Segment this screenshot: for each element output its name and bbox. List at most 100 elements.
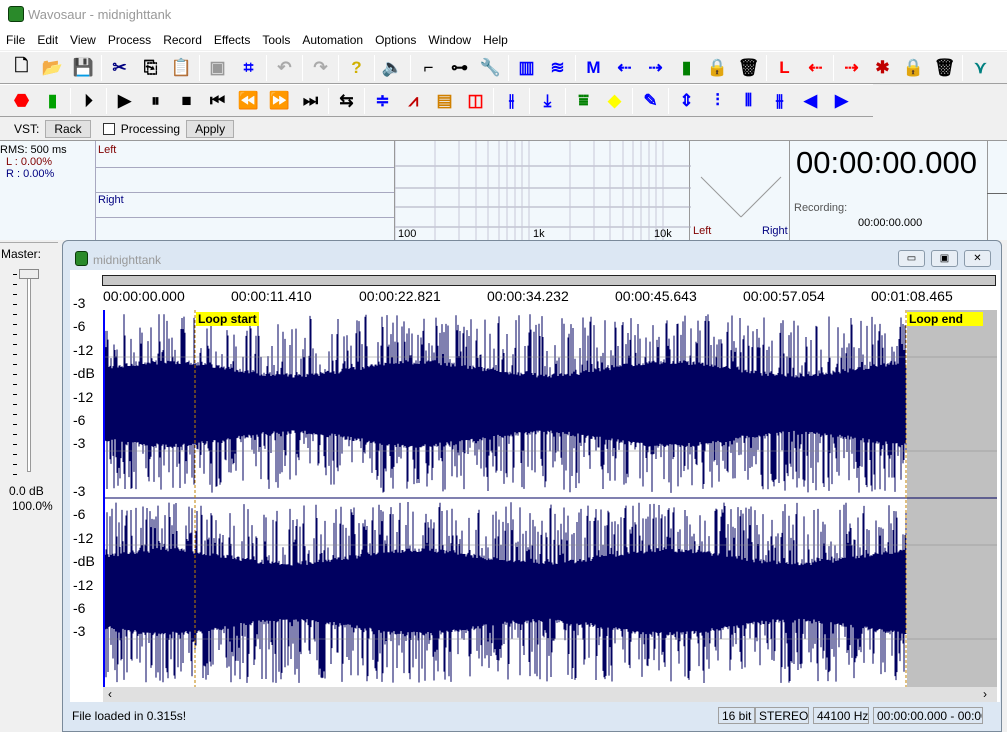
- slice-waveform-icon[interactable]: ▥: [511, 55, 542, 81]
- phase-scope: Left Right: [691, 141, 790, 241]
- envelope-icon[interactable]: ⋎: [965, 55, 996, 81]
- undo-icon[interactable]: ↶: [269, 55, 300, 81]
- menu-edit[interactable]: Edit: [31, 30, 64, 50]
- scroll-right-icon[interactable]: ›: [983, 687, 987, 701]
- window-title: Wavosaur - midnighttank: [28, 7, 172, 22]
- play-from-cursor-icon[interactable]: ⏵: [73, 88, 104, 114]
- routing-icon[interactable]: ⊶: [444, 55, 475, 81]
- waveform-view[interactable]: [103, 310, 997, 687]
- paste-icon[interactable]: 📋: [166, 55, 197, 81]
- spectrogram-icon[interactable]: ▤: [429, 88, 460, 114]
- loop-start-marker[interactable]: Loop start: [196, 312, 259, 326]
- close-button[interactable]: ✕: [964, 250, 991, 267]
- vu-meter-icon[interactable]: ▮: [37, 88, 68, 114]
- normalize-waveform-icon[interactable]: ≋: [542, 55, 573, 81]
- toolbar-separator: [199, 54, 200, 81]
- spectrum-icon[interactable]: ⩘: [398, 88, 429, 114]
- maximize-button[interactable]: ▣: [931, 250, 958, 267]
- phase-right-label: Right: [762, 225, 788, 237]
- master-percent: 100.0%: [12, 499, 53, 513]
- plugin-key-icon[interactable]: 🔧: [475, 55, 506, 81]
- fade-in-icon[interactable]: ◀: [795, 88, 826, 114]
- minimize-button[interactable]: ▭: [898, 250, 925, 267]
- fade-out-icon[interactable]: ▶: [826, 88, 857, 114]
- delete-markers-icon[interactable]: 🗑: [733, 55, 764, 81]
- pencil-icon[interactable]: ✎: [635, 88, 666, 114]
- fast-forward-icon[interactable]: ⏩: [264, 88, 295, 114]
- speaker-icon[interactable]: 🔈: [377, 55, 408, 81]
- play-icon[interactable]: ▶: [109, 88, 140, 114]
- menu-effects[interactable]: Effects: [208, 30, 256, 50]
- menu-options[interactable]: Options: [369, 30, 422, 50]
- save-icon[interactable]: 💾: [68, 55, 99, 81]
- open-folder-icon[interactable]: 📂: [37, 55, 68, 81]
- master-slider-thumb[interactable]: [19, 269, 39, 279]
- loop-end-icon[interactable]: ⇢: [836, 55, 867, 81]
- menu-file[interactable]: File: [0, 30, 31, 50]
- toolbar-separator: [101, 54, 102, 81]
- freq-label: 100: [398, 228, 417, 240]
- go-start-icon[interactable]: ⏮: [202, 88, 233, 114]
- properties-icon[interactable]: ≑: [367, 88, 398, 114]
- marker-select-icon[interactable]: ▮: [671, 55, 702, 81]
- apply-button[interactable]: Apply: [186, 120, 235, 138]
- crop-icon[interactable]: ⌗: [233, 55, 264, 81]
- menu-tools[interactable]: Tools: [256, 30, 296, 50]
- menu-automation[interactable]: Automation: [296, 30, 369, 50]
- rack-button[interactable]: Rack: [45, 120, 91, 138]
- menu-view[interactable]: View: [64, 30, 102, 50]
- split-waveform-icon[interactable]: ⫲: [496, 88, 527, 114]
- cut-icon[interactable]: ✂: [104, 55, 135, 81]
- loop-start-icon[interactable]: ⇠: [800, 55, 831, 81]
- prev-marker-icon[interactable]: ⇠: [609, 55, 640, 81]
- stereo-levels-icon[interactable]: ⩸: [568, 88, 599, 114]
- pause-icon[interactable]: ⏸: [140, 88, 171, 114]
- loop-end-marker[interactable]: Loop end: [907, 312, 983, 326]
- slider-tick: [13, 294, 17, 295]
- horizontal-scrollbar[interactable]: ‹ ›: [103, 687, 997, 702]
- threshold-icon[interactable]: ⤓: [532, 88, 563, 114]
- go-end-icon[interactable]: ⏭: [295, 88, 326, 114]
- zoom-selection-icon[interactable]: ⫶: [702, 88, 733, 114]
- toolbar-separator: [493, 87, 494, 114]
- lock-markers-icon[interactable]: 🔒: [702, 55, 733, 81]
- loop-play-icon[interactable]: ⇆: [331, 88, 362, 114]
- zoom-vertical-icon[interactable]: ⇕: [671, 88, 702, 114]
- zoom-in-icon[interactable]: ⫵: [764, 88, 795, 114]
- marker-icon[interactable]: M: [578, 55, 609, 81]
- paste-mix-icon[interactable]: ▣: [202, 55, 233, 81]
- stop-icon[interactable]: ■: [171, 88, 202, 114]
- document-window: midnighttank ▭ ▣ ✕ 00:00:00.000 00:00:11.…: [62, 240, 1002, 732]
- copy-icon[interactable]: ⎘: [135, 55, 166, 81]
- next-marker-icon[interactable]: ⇢: [640, 55, 671, 81]
- menu-window[interactable]: Window: [422, 30, 477, 50]
- loop-icon[interactable]: L: [769, 55, 800, 81]
- scroll-left-icon[interactable]: ‹: [108, 687, 112, 701]
- rewind-icon[interactable]: ⏪: [233, 88, 264, 114]
- db-scale-label: -dB: [73, 365, 95, 381]
- menu-process[interactable]: Process: [102, 30, 157, 50]
- slider-tick: [13, 404, 17, 405]
- meters-panel: RMS: 500 ms L : 0.00% R : 0.00% Left Rig…: [0, 140, 1007, 241]
- delete-loop-icon[interactable]: 🗑: [929, 55, 960, 81]
- redo-icon[interactable]: ↷: [305, 55, 336, 81]
- db-scale-label: -12: [73, 342, 94, 358]
- menu-record[interactable]: Record: [157, 30, 208, 50]
- highlight-waveform-icon[interactable]: ◆: [599, 88, 630, 114]
- help-icon[interactable]: ?: [341, 55, 372, 81]
- processing-checkbox[interactable]: [102, 123, 115, 135]
- lock-loop-icon[interactable]: 🔒: [898, 55, 929, 81]
- loop-region-icon[interactable]: ✱: [867, 55, 898, 81]
- midi-icon[interactable]: ⌐: [413, 55, 444, 81]
- zoom-out-icon[interactable]: ⫴: [733, 88, 764, 114]
- menu-help[interactable]: Help: [477, 30, 514, 50]
- time-ruler[interactable]: 00:00:00.000 00:00:11.410 00:00:22.821 00:0…: [103, 288, 997, 308]
- master-slider-track[interactable]: [27, 276, 31, 472]
- record-icon[interactable]: ⬣: [6, 88, 37, 114]
- toolbar-separator: [766, 54, 767, 81]
- cube-icon[interactable]: ◫: [460, 88, 491, 114]
- db-scale-label: -6: [73, 412, 86, 428]
- rms-right: R : 0.00%: [6, 168, 55, 180]
- new-file-icon[interactable]: 🗋: [6, 55, 37, 81]
- overview-bar[interactable]: [102, 275, 996, 286]
